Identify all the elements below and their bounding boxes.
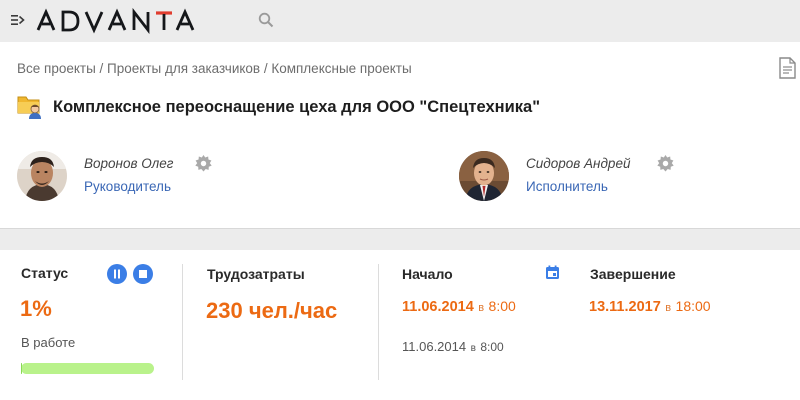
start-actual-day: 11.06.2014: [402, 339, 467, 354]
status-progress-bar: [21, 363, 154, 374]
stop-button[interactable]: [133, 264, 153, 284]
calendar-icon[interactable]: [545, 265, 560, 280]
start-date: 11.06.2014: [402, 299, 474, 315]
person-role-link[interactable]: Исполнитель: [526, 179, 608, 194]
person-name: Воронов Олег: [84, 156, 174, 171]
menu-collapse-icon[interactable]: [11, 14, 25, 26]
effort-label: Трудозатраты: [207, 266, 305, 282]
start-actual-sep: в: [470, 343, 476, 354]
status-percent: 1%: [20, 296, 52, 321]
avatar[interactable]: [17, 151, 67, 201]
start-actual-time: 8:00: [480, 340, 504, 354]
end-label: Завершение: [590, 266, 676, 282]
gear-icon[interactable]: [195, 155, 212, 172]
advanta-logo[interactable]: [36, 8, 196, 34]
start-sep: в: [478, 302, 485, 314]
end-planned-date: 13.11.2017 в 18:00: [589, 298, 711, 316]
start-label: Начало: [402, 266, 453, 282]
start-time: 8:00: [488, 298, 516, 314]
project-header-card: Все проекты / Проекты для заказчиков / К…: [0, 42, 800, 229]
person-role-link[interactable]: Руководитель: [84, 179, 171, 194]
page-title: Комплексное переоснащение цеха для ООО "…: [53, 98, 541, 116]
progress-fill: [21, 363, 23, 374]
divider: [378, 264, 379, 380]
breadcrumb[interactable]: Все проекты / Проекты для заказчиков / К…: [17, 61, 412, 76]
start-planned-date: 11.06.2014 в 8:00: [402, 298, 516, 316]
search-icon[interactable]: [258, 12, 274, 28]
start-actual-date: 11.06.2014 в 8:00: [402, 338, 504, 356]
pause-icon: [114, 269, 120, 279]
status-state: В работе: [21, 335, 76, 350]
document-icon[interactable]: [779, 57, 796, 79]
effort-value: 230 чел./час: [206, 298, 338, 323]
avatar[interactable]: [459, 151, 509, 201]
project-stats-panel: Статус 1% В работе Трудозатраты 230 чел.…: [0, 250, 800, 400]
end-sep: в: [665, 302, 672, 314]
divider: [182, 264, 183, 380]
gear-icon[interactable]: [657, 155, 674, 172]
end-date: 13.11.2017: [589, 299, 661, 315]
status-label: Статус: [21, 265, 69, 281]
project-folder-icon: [17, 96, 41, 119]
end-time: 18:00: [675, 298, 711, 314]
person-name: Сидоров Андрей: [526, 156, 631, 171]
stop-icon: [139, 270, 147, 278]
pause-button[interactable]: [107, 264, 127, 284]
top-bar: [0, 0, 800, 42]
